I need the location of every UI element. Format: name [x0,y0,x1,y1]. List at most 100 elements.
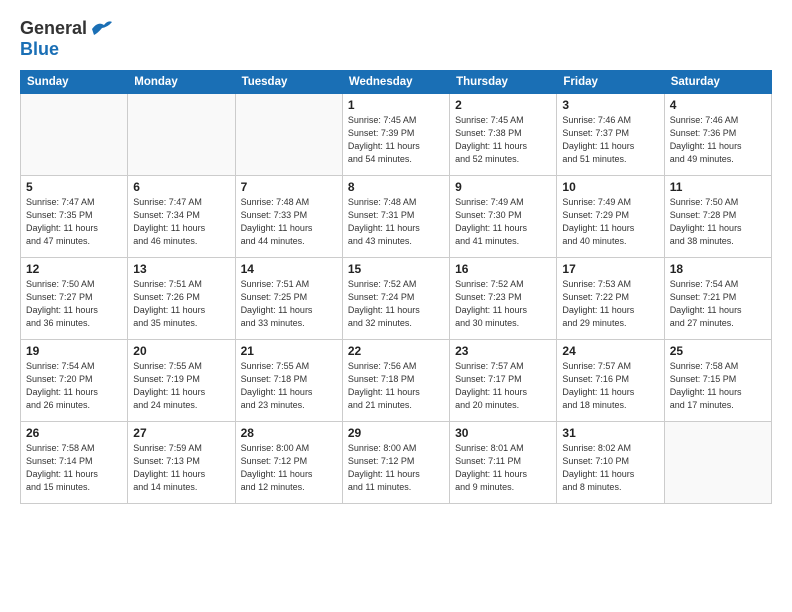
day-number: 29 [348,426,444,440]
day-info: Sunrise: 7:51 AM Sunset: 7:25 PM Dayligh… [241,278,337,330]
calendar-cell: 7 Sunrise: 7:48 AM Sunset: 7:33 PM Daylig… [235,176,342,258]
day-number: 30 [455,426,551,440]
day-info: Sunrise: 7:46 AM Sunset: 7:37 PM Dayligh… [562,114,658,166]
calendar-cell: 2 Sunrise: 7:45 AM Sunset: 7:38 PM Daylig… [450,94,557,176]
calendar-cell: 25 Sunrise: 7:58 AM Sunset: 7:15 PM Dayli… [664,340,771,422]
day-number: 4 [670,98,766,112]
day-number: 23 [455,344,551,358]
day-info: Sunrise: 7:54 AM Sunset: 7:21 PM Dayligh… [670,278,766,330]
day-info: Sunrise: 7:49 AM Sunset: 7:29 PM Dayligh… [562,196,658,248]
calendar-cell: 21 Sunrise: 7:55 AM Sunset: 7:18 PM Dayli… [235,340,342,422]
day-number: 21 [241,344,337,358]
day-number: 5 [26,180,122,194]
calendar-week-4: 19Sunrise: 7:54 AM Sunset: 7:20 PM Dayli… [21,340,772,422]
calendar-cell: 29 Sunrise: 8:00 AM Sunset: 7:12 PM Dayli… [342,422,449,504]
day-info: Sunrise: 7:58 AM Sunset: 7:15 PM Dayligh… [670,360,766,412]
weekday-header-friday: Friday [557,71,664,94]
calendar-cell: 30 Sunrise: 8:01 AM Sunset: 7:11 PM Dayli… [450,422,557,504]
day-number: 12 [26,262,122,276]
weekday-header-wednesday: Wednesday [342,71,449,94]
calendar-cell: 13 Sunrise: 7:51 AM Sunset: 7:26 PM Dayli… [128,258,235,340]
day-number: 17 [562,262,658,276]
day-number: 26 [26,426,122,440]
day-info: Sunrise: 7:55 AM Sunset: 7:18 PM Dayligh… [241,360,337,412]
calendar-cell: 28 Sunrise: 8:00 AM Sunset: 7:12 PM Dayli… [235,422,342,504]
weekday-header-monday: Monday [128,71,235,94]
day-number: 13 [133,262,229,276]
logo-blue-text: Blue [20,39,59,59]
day-number: 9 [455,180,551,194]
calendar-header-row: SundayMondayTuesdayWednesdayThursdayFrid… [21,71,772,94]
calendar-cell: 4 Sunrise: 7:46 AM Sunset: 7:36 PM Daylig… [664,94,771,176]
day-number: 2 [455,98,551,112]
calendar-cell: 9 Sunrise: 7:49 AM Sunset: 7:30 PM Daylig… [450,176,557,258]
day-info: Sunrise: 7:45 AM Sunset: 7:39 PM Dayligh… [348,114,444,166]
calendar-cell: 31 Sunrise: 8:02 AM Sunset: 7:10 PM Dayli… [557,422,664,504]
day-info: Sunrise: 7:57 AM Sunset: 7:16 PM Dayligh… [562,360,658,412]
calendar-cell: 27 Sunrise: 7:59 AM Sunset: 7:13 PM Dayli… [128,422,235,504]
calendar-cell: 14 Sunrise: 7:51 AM Sunset: 7:25 PM Dayli… [235,258,342,340]
calendar-cell: 11 Sunrise: 7:50 AM Sunset: 7:28 PM Dayli… [664,176,771,258]
calendar-cell: 16Sunrise: 7:52 AM Sunset: 7:23 PM Dayli… [450,258,557,340]
day-info: Sunrise: 7:48 AM Sunset: 7:31 PM Dayligh… [348,196,444,248]
weekday-header-tuesday: Tuesday [235,71,342,94]
day-number: 28 [241,426,337,440]
day-number: 27 [133,426,229,440]
day-number: 24 [562,344,658,358]
day-number: 3 [562,98,658,112]
day-number: 14 [241,262,337,276]
day-number: 6 [133,180,229,194]
calendar-cell: 20Sunrise: 7:55 AM Sunset: 7:19 PM Dayli… [128,340,235,422]
calendar-cell: 18 Sunrise: 7:54 AM Sunset: 7:21 PM Dayli… [664,258,771,340]
calendar-week-1: 1Sunrise: 7:45 AM Sunset: 7:39 PM Daylig… [21,94,772,176]
day-info: Sunrise: 7:45 AM Sunset: 7:38 PM Dayligh… [455,114,551,166]
day-number: 25 [670,344,766,358]
day-info: Sunrise: 7:59 AM Sunset: 7:13 PM Dayligh… [133,442,229,494]
day-info: Sunrise: 7:51 AM Sunset: 7:26 PM Dayligh… [133,278,229,330]
calendar-cell: 1Sunrise: 7:45 AM Sunset: 7:39 PM Daylig… [342,94,449,176]
weekday-header-saturday: Saturday [664,71,771,94]
calendar-cell: 19Sunrise: 7:54 AM Sunset: 7:20 PM Dayli… [21,340,128,422]
day-info: Sunrise: 7:57 AM Sunset: 7:17 PM Dayligh… [455,360,551,412]
calendar-cell: 15 Sunrise: 7:52 AM Sunset: 7:24 PM Dayli… [342,258,449,340]
day-info: Sunrise: 8:02 AM Sunset: 7:10 PM Dayligh… [562,442,658,494]
day-number: 20 [133,344,229,358]
day-number: 10 [562,180,658,194]
day-info: Sunrise: 7:46 AM Sunset: 7:36 PM Dayligh… [670,114,766,166]
logo: General Blue [20,18,112,60]
day-info: Sunrise: 7:52 AM Sunset: 7:24 PM Dayligh… [348,278,444,330]
day-info: Sunrise: 7:53 AM Sunset: 7:22 PM Dayligh… [562,278,658,330]
day-info: Sunrise: 8:00 AM Sunset: 7:12 PM Dayligh… [348,442,444,494]
logo-general-text: General [20,18,87,39]
day-number: 7 [241,180,337,194]
day-info: Sunrise: 7:58 AM Sunset: 7:14 PM Dayligh… [26,442,122,494]
day-info: Sunrise: 8:00 AM Sunset: 7:12 PM Dayligh… [241,442,337,494]
calendar-week-3: 12 Sunrise: 7:50 AM Sunset: 7:27 PM Dayli… [21,258,772,340]
weekday-header-thursday: Thursday [450,71,557,94]
calendar-cell: 8Sunrise: 7:48 AM Sunset: 7:31 PM Daylig… [342,176,449,258]
day-number: 18 [670,262,766,276]
calendar-cell: 10 Sunrise: 7:49 AM Sunset: 7:29 PM Dayli… [557,176,664,258]
logo-bird-icon [90,19,112,37]
day-info: Sunrise: 7:50 AM Sunset: 7:27 PM Dayligh… [26,278,122,330]
calendar-cell [21,94,128,176]
calendar-week-2: 5 Sunrise: 7:47 AM Sunset: 7:35 PM Daylig… [21,176,772,258]
day-info: Sunrise: 7:52 AM Sunset: 7:23 PM Dayligh… [455,278,551,330]
calendar-cell: 26 Sunrise: 7:58 AM Sunset: 7:14 PM Dayli… [21,422,128,504]
page-header: General Blue [20,18,772,60]
day-info: Sunrise: 7:48 AM Sunset: 7:33 PM Dayligh… [241,196,337,248]
calendar-cell [235,94,342,176]
day-info: Sunrise: 7:50 AM Sunset: 7:28 PM Dayligh… [670,196,766,248]
day-info: Sunrise: 8:01 AM Sunset: 7:11 PM Dayligh… [455,442,551,494]
day-number: 22 [348,344,444,358]
day-info: Sunrise: 7:49 AM Sunset: 7:30 PM Dayligh… [455,196,551,248]
calendar-week-5: 26 Sunrise: 7:58 AM Sunset: 7:14 PM Dayli… [21,422,772,504]
calendar-cell: 17 Sunrise: 7:53 AM Sunset: 7:22 PM Dayli… [557,258,664,340]
day-info: Sunrise: 7:47 AM Sunset: 7:35 PM Dayligh… [26,196,122,248]
calendar-cell: 6 Sunrise: 7:47 AM Sunset: 7:34 PM Daylig… [128,176,235,258]
day-number: 19 [26,344,122,358]
day-number: 11 [670,180,766,194]
day-info: Sunrise: 7:47 AM Sunset: 7:34 PM Dayligh… [133,196,229,248]
day-number: 31 [562,426,658,440]
day-number: 15 [348,262,444,276]
